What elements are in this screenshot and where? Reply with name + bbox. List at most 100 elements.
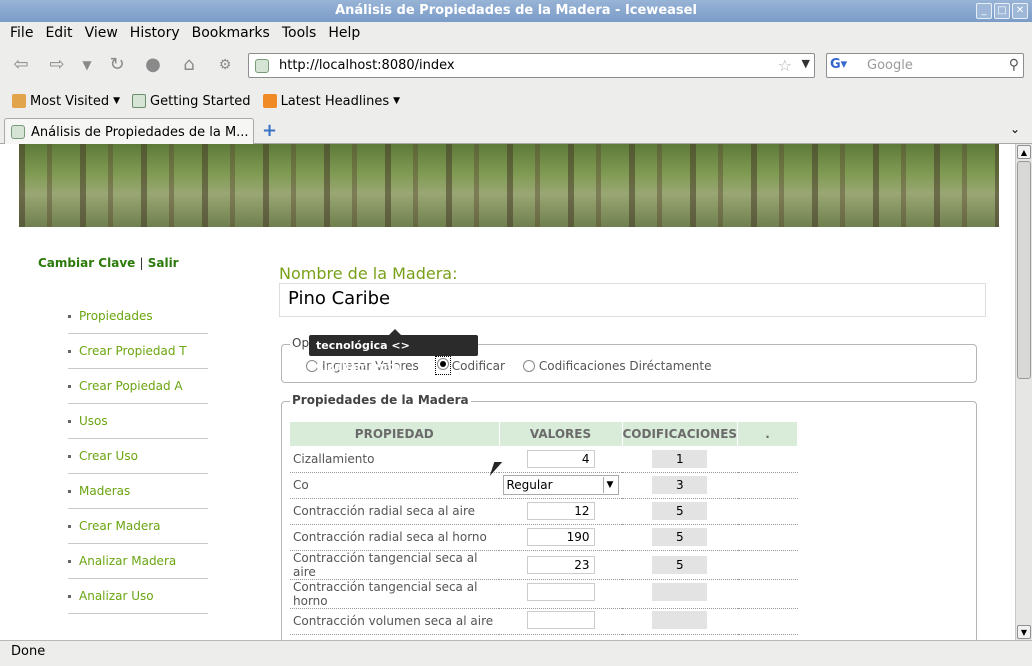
sidebar-item-crear-propiedad-t[interactable]: Crear Propiedad T	[68, 334, 208, 369]
tab-bar: Análisis de Propiedades de la M... + ⌄	[0, 116, 1032, 145]
minimize-icon[interactable]: _	[976, 3, 992, 19]
table-row: Co Regular ▼ 3	[290, 472, 798, 499]
change-password-link[interactable]: Cambiar Clave	[38, 256, 135, 270]
home-icon[interactable]: ⌂	[176, 53, 202, 77]
search-box[interactable]: G▾ Google ⚲	[826, 53, 1024, 78]
sidebar-item-crear-madera[interactable]: Crear Madera	[68, 509, 208, 544]
back-icon[interactable]: ⇦	[8, 53, 34, 77]
radio-focus-ring	[434, 356, 451, 375]
sidebar-item-label: Crear Madera	[79, 519, 161, 533]
bullet-icon	[68, 524, 71, 528]
close-icon[interactable]: ✕	[1012, 3, 1028, 19]
folder-icon	[12, 94, 26, 108]
bullet-icon	[68, 559, 71, 563]
table-row: Contracción radial seca al horno 190 5	[290, 524, 798, 551]
value-input[interactable]	[526, 583, 595, 601]
bookmark-latest-headlines[interactable]: Latest Headlines ▼	[259, 94, 404, 109]
extension-icon[interactable]: ⚙	[212, 53, 238, 77]
scroll-up-icon[interactable]: ▲	[1017, 145, 1031, 159]
table-row: Contracción volumen seca al aire	[290, 608, 798, 635]
page-icon	[132, 94, 147, 108]
bookmark-label: Getting Started	[150, 93, 251, 109]
bookmark-getting-started[interactable]: Getting Started	[128, 94, 255, 109]
menu-history[interactable]: History	[124, 25, 186, 41]
column-header-codificaciones: CODIFICACIONES	[622, 422, 739, 446]
menu-bar: File Edit View History Bookmarks Tools H…	[0, 22, 1032, 44]
logout-link[interactable]: Salir	[148, 256, 179, 270]
sidebar-item-maderas[interactable]: Maderas	[68, 474, 208, 509]
window-titlebar: Análisis de Propiedades de la Madera - I…	[0, 0, 1032, 22]
sidebar-item-label: Propiedades	[79, 309, 153, 323]
bookmark-star-icon[interactable]: ☆	[778, 56, 792, 75]
maximize-icon[interactable]: □	[994, 3, 1010, 19]
bullet-icon	[68, 454, 71, 458]
reload-icon[interactable]: ↻	[104, 53, 130, 77]
properties-legend: Propiedades de la Madera	[290, 393, 471, 407]
rss-icon	[262, 94, 277, 108]
properties-table: PROPIEDAD VALORES CODIFICACIONES . Cizal…	[290, 422, 799, 635]
property-name: Contracción tangencial seca al aire	[290, 550, 499, 580]
sidebar-item-usos[interactable]: Usos	[68, 404, 208, 439]
history-dropdown-icon[interactable]: ▼	[74, 53, 100, 77]
url-bar[interactable]: http://localhost:8080/index ☆ ▼	[248, 53, 815, 78]
code-field: 5	[652, 502, 708, 520]
property-name: Contracción radial seca al aire	[290, 498, 499, 525]
sidebar-item-crear-uso[interactable]: Crear Uso	[68, 439, 208, 474]
sidebar-item-propiedades[interactable]: Propiedades	[68, 299, 208, 334]
tab-active[interactable]: Análisis de Propiedades de la M...	[4, 118, 254, 145]
scrollbar-thumb[interactable]	[1017, 161, 1031, 379]
property-name: Co	[290, 472, 499, 499]
menu-view[interactable]: View	[79, 25, 124, 41]
code-field	[652, 610, 708, 629]
value-input[interactable]: 4	[526, 449, 595, 468]
menu-tools[interactable]: Tools	[276, 25, 323, 41]
sidebar-item-analizar-uso[interactable]: Analizar Uso	[68, 579, 208, 614]
code-field: 3	[652, 476, 708, 494]
radio-codificaciones-directamente[interactable]	[522, 359, 535, 372]
properties-fieldset: Propiedades de la Madera PROPIEDAD VALOR…	[281, 393, 977, 640]
value-input[interactable]: 190	[526, 528, 595, 546]
site-favicon-icon	[255, 59, 269, 73]
value-input[interactable]: 12	[526, 502, 595, 520]
navigation-toolbar: ⇦ ⇨ ▼ ↻ ● ⌂ ⚙ http://localhost:8080/inde…	[0, 44, 1032, 86]
menu-edit[interactable]: Edit	[39, 25, 78, 41]
radio-label-codificar[interactable]: Codificar	[452, 359, 505, 373]
forest-banner-image	[19, 144, 999, 227]
search-placeholder[interactable]: Google	[867, 58, 913, 73]
radio-label-codificaciones-directamente[interactable]: Codificaciones Diréctamente	[539, 359, 712, 373]
vertical-scrollbar[interactable]: ▲ ▼	[1015, 144, 1032, 640]
window-controls: _ □ ✕	[976, 3, 1028, 19]
tab-list-icon[interactable]: ⌄	[1010, 122, 1020, 136]
page-viewport: Cambiar Clave | Salir Propiedades Crear …	[0, 144, 1015, 640]
scroll-down-icon[interactable]: ▼	[1017, 625, 1031, 639]
account-links: Cambiar Clave | Salir	[38, 256, 179, 270]
menu-file[interactable]: File	[4, 25, 39, 41]
stop-icon[interactable]: ●	[140, 53, 166, 77]
code-field: 5	[652, 555, 708, 574]
sidebar-item-analizar-madera[interactable]: Analizar Madera	[68, 544, 208, 579]
value-select[interactable]: Regular ▼	[502, 475, 619, 495]
sidebar-item-label: Analizar Madera	[79, 554, 177, 568]
radio-codificar[interactable]	[436, 358, 449, 370]
status-bar: Done	[0, 640, 1032, 666]
url-dropdown-icon[interactable]: ▼	[802, 57, 810, 70]
sidebar-item-crear-propiedad-a[interactable]: Crear Popiedad A	[68, 369, 208, 404]
window-title: Análisis de Propiedades de la Madera - I…	[335, 3, 697, 18]
forward-icon[interactable]: ⇨	[44, 53, 70, 77]
sidebar-item-label: Usos	[79, 414, 108, 428]
search-icon[interactable]: ⚲	[1009, 57, 1019, 73]
new-tab-icon[interactable]: +	[262, 120, 277, 141]
menu-bookmarks[interactable]: Bookmarks	[186, 25, 276, 41]
value-input[interactable]	[526, 610, 595, 629]
value-input[interactable]: 23	[526, 555, 595, 574]
tab-title: Análisis de Propiedades de la M...	[31, 124, 249, 140]
bullet-icon	[68, 384, 71, 388]
search-engine-icon[interactable]: G▾	[830, 57, 860, 75]
chevron-down-icon[interactable]: ▼	[602, 477, 617, 493]
column-header-valores: VALORES	[499, 422, 623, 446]
url-text[interactable]: http://localhost:8080/index	[279, 58, 455, 73]
menu-help[interactable]: Help	[322, 25, 366, 41]
bookmark-most-visited[interactable]: Most Visited ▼	[8, 94, 124, 109]
property-name: Contracción volumen seca al aire	[290, 608, 499, 635]
link-separator: |	[139, 256, 144, 270]
